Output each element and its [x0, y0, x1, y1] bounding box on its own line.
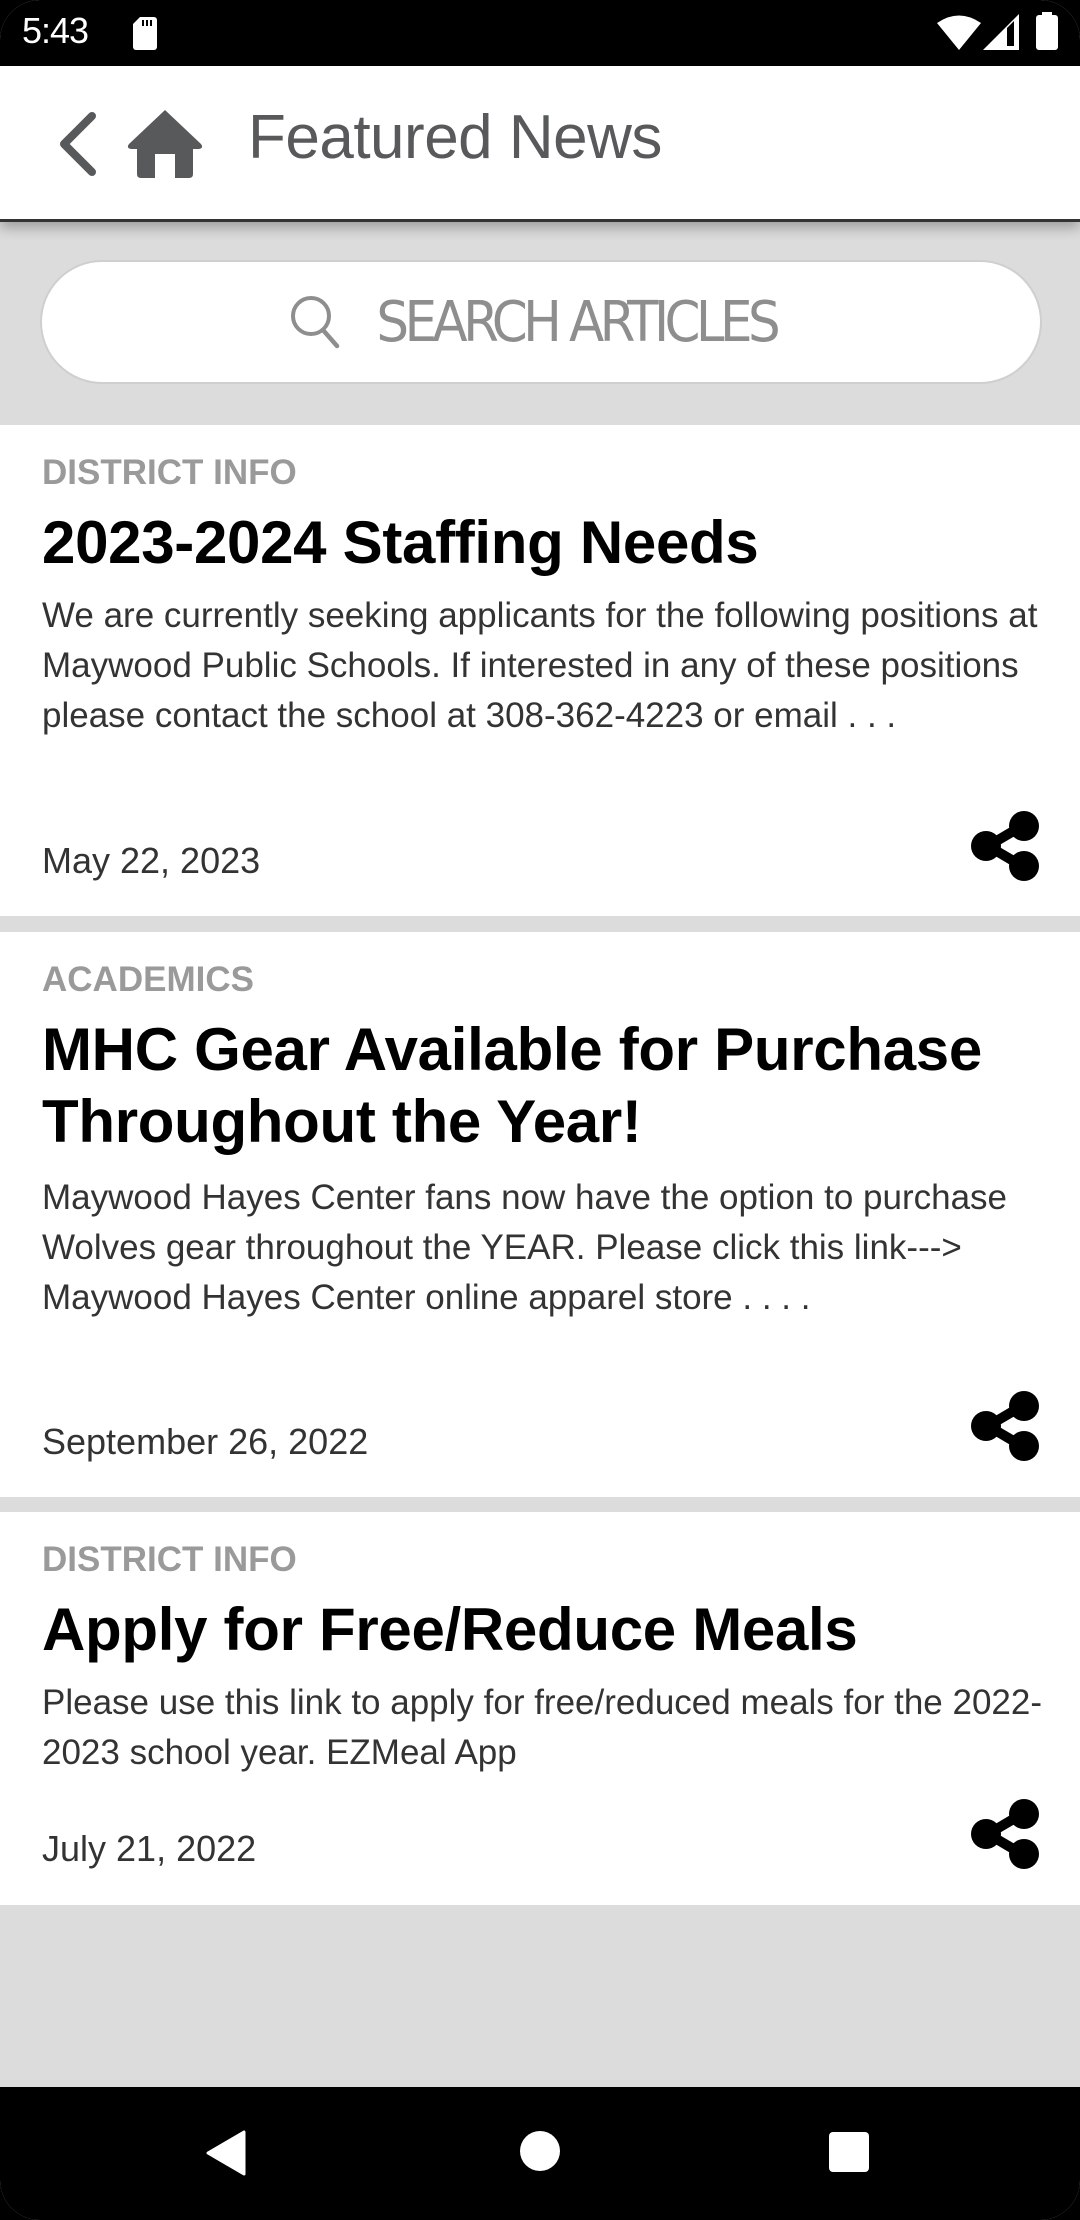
signal-icon [983, 14, 1019, 50]
nav-back-icon[interactable] [204, 2130, 250, 2176]
battery-icon [1036, 12, 1058, 50]
article-category: DISTRICT INFO [42, 453, 297, 492]
app-header: Featured News [0, 66, 1080, 222]
screen: 5:43 Featured News SEARCH ARTICLES DISTR… [0, 0, 1080, 2220]
article-date: July 21, 2022 [42, 1828, 257, 1869]
share-icon[interactable] [970, 1798, 1042, 1870]
article-category: ACADEMICS [42, 960, 254, 999]
wifi-icon [937, 15, 981, 50]
article-title[interactable]: MHC Gear Available for Purchase Througho… [42, 1014, 1052, 1158]
nav-home-icon[interactable] [520, 2131, 560, 2171]
nav-recents-icon[interactable] [829, 2132, 869, 2172]
article-date: May 22, 2023 [42, 840, 261, 881]
article-card[interactable]: ACADEMICS MHC Gear Available for Purchas… [0, 932, 1080, 1497]
home-icon[interactable] [126, 108, 204, 178]
search-area: SEARCH ARTICLES [0, 222, 1080, 425]
article-title[interactable]: 2023-2024 Staffing Needs [42, 507, 1052, 579]
search-icon [290, 296, 340, 349]
sd-card-icon [133, 17, 157, 50]
article-excerpt: Please use this link to apply for free/r… [42, 1683, 1042, 1772]
share-icon[interactable] [970, 810, 1042, 882]
article-category: DISTRICT INFO [42, 1540, 297, 1579]
article-excerpt: Maywood Hayes Center fans now have the o… [42, 1178, 1008, 1317]
system-nav-bar [0, 2087, 1080, 2220]
search-placeholder: SEARCH ARTICLES [376, 289, 780, 355]
page-title: Featured News [248, 103, 662, 172]
search-input[interactable]: SEARCH ARTICLES [40, 260, 1042, 384]
share-icon[interactable] [970, 1390, 1042, 1462]
article-date: September 26, 2022 [42, 1421, 369, 1462]
article-title[interactable]: Apply for Free/Reduce Meals [42, 1594, 1052, 1666]
status-bar: 5:43 [0, 0, 1080, 66]
article-card[interactable]: DISTRICT INFO 2023-2024 Staffing Needs W… [0, 425, 1080, 916]
back-button[interactable] [54, 110, 100, 178]
article-card[interactable]: DISTRICT INFO Apply for Free/Reduce Meal… [0, 1512, 1080, 1905]
status-time: 5:43 [22, 10, 89, 51]
article-excerpt: We are currently seeking applicants for … [42, 596, 1038, 735]
